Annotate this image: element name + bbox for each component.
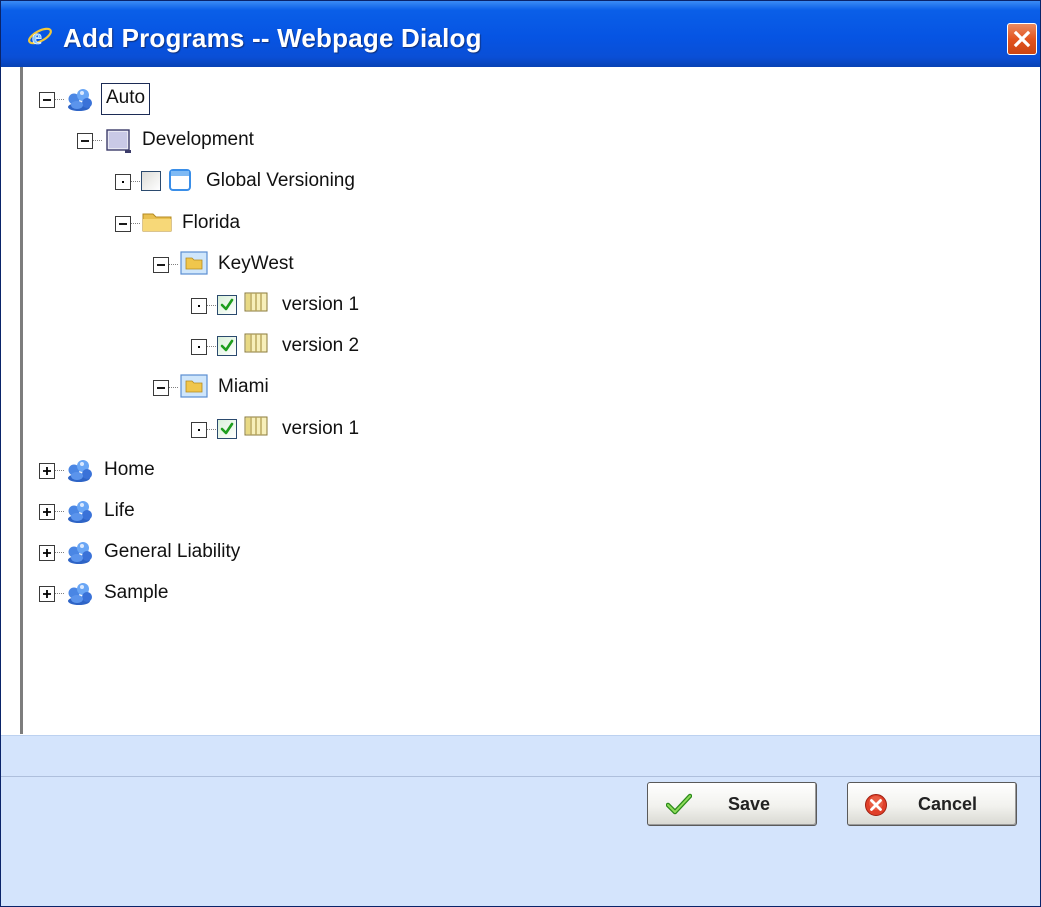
program-folder-icon [179,373,209,404]
tree-connector [169,387,178,390]
collapse-toggle[interactable] [153,380,169,396]
tree-connector [169,264,178,267]
tree-connector [55,511,64,514]
svg-text:e: e [32,24,42,48]
tree-node[interactable]: General Liability [23,537,1003,569]
tree-node-label[interactable]: Life [101,496,138,526]
product-icon [65,85,95,118]
tree-connector [207,305,216,308]
project-icon [103,126,133,159]
tree-connector [207,429,216,432]
leaf-toggle [191,339,207,355]
tree-node-label[interactable]: KeyWest [215,249,297,279]
add-programs-dialog: e Add Programs -- Webpage Dialog Auto Dev… [0,0,1041,907]
tree-node[interactable]: version 1 [23,414,1003,446]
expand-toggle[interactable] [39,504,55,520]
save-button[interactable]: Save [647,782,817,826]
version-icon [243,291,269,318]
checkbox-checked[interactable] [217,336,237,356]
checkbox-checked[interactable] [217,295,237,315]
tree-connector [131,181,140,184]
tree-node-label[interactable]: version 1 [279,414,362,444]
tree-node[interactable]: Development [23,125,1003,157]
tree-connector [55,593,64,596]
tree-connector [93,140,102,143]
checkbox-checked[interactable] [217,419,237,439]
tree-node[interactable]: Sample [23,578,1003,610]
tree-node[interactable]: Auto [23,83,1003,118]
leaf-toggle [191,298,207,314]
tree-node-label[interactable]: Global Versioning [203,166,358,196]
window-icon [167,167,193,198]
dialog-title: Add Programs -- Webpage Dialog [63,23,482,53]
collapse-toggle[interactable] [115,216,131,232]
product-icon [65,538,95,571]
title-bar[interactable]: e Add Programs -- Webpage Dialog [1,1,1040,67]
version-icon [243,332,269,359]
product-icon [65,497,95,530]
tree-node[interactable]: Life [23,496,1003,528]
tree-connector [131,223,140,226]
leaf-toggle [191,422,207,438]
cancel-button-label: Cancel [918,794,978,814]
version-icon [243,415,269,442]
product-icon [65,579,95,612]
tree-node[interactable]: Miami [23,372,1003,404]
expand-toggle[interactable] [39,545,55,561]
tree-connector [207,346,216,349]
collapse-toggle[interactable] [153,257,169,273]
tree-node[interactable]: Home [23,455,1003,487]
product-icon [65,456,95,489]
tree-node[interactable]: Global Versioning [23,166,1003,198]
cancel-button[interactable]: Cancel [847,782,1017,826]
collapse-toggle[interactable] [39,92,55,108]
tree-node[interactable]: version 2 [23,331,1003,363]
button-bar: Save Cancel [1,777,1040,906]
leaf-toggle [115,174,131,190]
tree-node-label[interactable]: Home [101,455,158,485]
program-tree[interactable]: Auto Development Global Versioning Florida K… [20,67,1040,734]
tree-node-label[interactable]: version 2 [279,331,362,361]
expand-toggle[interactable] [39,586,55,602]
save-button-label: Save [728,794,771,814]
tree-node-label[interactable]: Development [139,125,257,155]
tree-connector [55,552,64,555]
close-button[interactable] [1007,23,1037,55]
tree-node[interactable]: Florida [23,208,1003,240]
close-icon [1013,30,1031,48]
checkbox-unchecked[interactable] [141,171,161,191]
tree-node-label[interactable]: version 1 [279,290,362,320]
tree-node-label[interactable]: General Liability [101,537,243,567]
expand-toggle[interactable] [39,463,55,479]
tree-node-label[interactable]: Sample [101,578,171,608]
checkmark-icon [665,792,693,821]
tree-node[interactable]: version 1 [23,290,1003,322]
cancel-icon [864,793,888,822]
folder-icon [141,209,173,238]
collapse-toggle[interactable] [77,133,93,149]
tree-node-label[interactable]: Auto [101,83,151,115]
tree-connector [55,470,64,473]
program-folder-icon [179,250,209,281]
tree-node-label[interactable]: Miami [215,372,272,402]
tree-node-label[interactable]: Florida [179,208,243,238]
footer-strip [1,735,1040,777]
tree-connector [55,99,64,102]
tree-node[interactable]: KeyWest [23,249,1003,281]
ie-icon: e [27,24,53,49]
